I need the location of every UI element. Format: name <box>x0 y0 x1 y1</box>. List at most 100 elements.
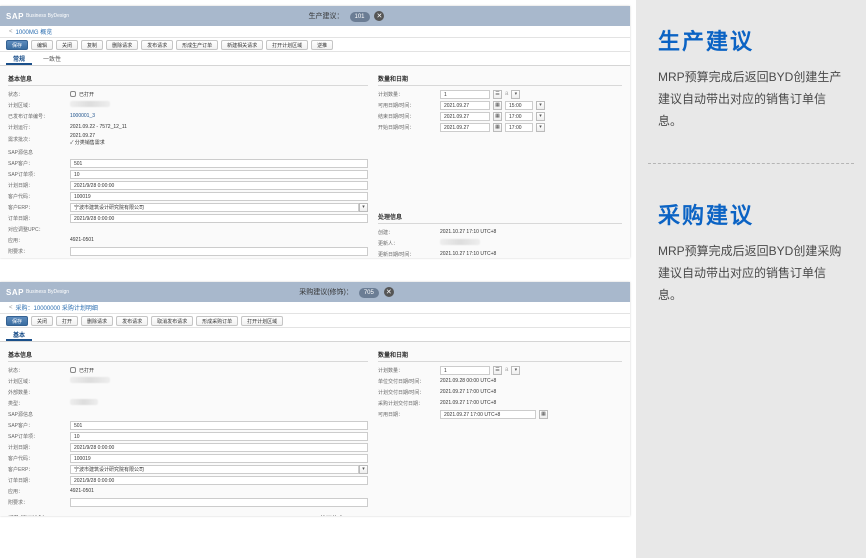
time-input[interactable]: 15:00 <box>505 101 533 110</box>
tab[interactable]: 常规 <box>6 54 32 65</box>
field-label: 计划交付日期/时间： <box>378 389 440 396</box>
text-input[interactable]: 2021/9/28 0:00:00 <box>70 476 368 485</box>
qty-input[interactable]: 1 <box>440 90 490 99</box>
action-button[interactable]: 取消发布请求 <box>151 316 193 326</box>
field-row: 客户ERP：宁波市建筑设计研究院有限公司▾ <box>8 202 368 212</box>
field-row <box>378 166 622 176</box>
sap-sublogo: Business ByDesign <box>26 14 69 19</box>
date-input[interactable]: 2021.09.27 <box>440 112 490 121</box>
text-input[interactable]: 100019 <box>70 454 368 463</box>
screenshot-purchase-proposal: SAP Business ByDesign 采购建议(修饰)： 705 ✕ < … <box>0 282 630 516</box>
action-button[interactable]: 打开计划区域 <box>266 40 308 50</box>
text-input[interactable]: 宁波市建筑设计研究院有限公司 <box>70 465 359 474</box>
text-input[interactable]: 10 <box>70 432 368 441</box>
action-button[interactable]: 复制 <box>81 40 103 50</box>
field-row <box>378 144 622 154</box>
dropdown-icon[interactable]: ▾ <box>359 465 368 474</box>
qty-input[interactable]: 1 <box>440 366 490 375</box>
field-row <box>378 177 622 187</box>
breadcrumb[interactable]: < 1000MG 概览 <box>0 26 630 38</box>
field-label: 客户代码： <box>8 193 70 200</box>
breadcrumb[interactable]: < 采购：10000000 采购计划明细 <box>0 302 630 314</box>
field-label: 状态： <box>8 367 70 374</box>
chevron-down-icon[interactable]: ▾ <box>511 366 520 375</box>
action-button[interactable]: 保存 <box>6 316 28 326</box>
action-button[interactable]: 发布请求 <box>116 316 148 326</box>
section-purchase-plan: 采购凭证计划 <box>8 512 310 516</box>
action-button[interactable]: 编辑 <box>31 40 53 50</box>
side-text-2: MRP预算完成后返回BYD创建采购建议自动带出对应的销售订单信息。 <box>658 240 846 307</box>
field-row: 计划交付日期/时间：2021.09.27 17:00 UTC+8 <box>378 387 622 397</box>
sap-logo: SAP <box>6 288 24 297</box>
field-row: SAP订单项：10 <box>8 431 368 441</box>
text-input[interactable] <box>70 498 368 507</box>
field-label: 单位交付日期/时间： <box>378 378 440 385</box>
close-icon[interactable]: ✕ <box>384 287 394 297</box>
back-chevron-icon[interactable]: < <box>9 305 13 311</box>
field-label: 计划区域： <box>8 378 70 385</box>
calendar-icon[interactable]: ▦ <box>539 410 548 419</box>
field-label: 类型： <box>8 400 70 407</box>
action-button[interactable]: 删除请求 <box>81 316 113 326</box>
unit-icon[interactable]: ☰ <box>493 366 502 375</box>
field-label: 状态： <box>8 91 70 98</box>
text-input[interactable]: 100019 <box>70 192 368 201</box>
chevron-down-icon[interactable]: ▾ <box>511 90 520 99</box>
field-row: 可用日期：2021.09.27 17:00 UTC+8▦ <box>378 409 622 419</box>
side-title-1: 生产建议 <box>658 24 846 56</box>
calendar-icon[interactable]: ▦ <box>493 101 502 110</box>
action-button[interactable]: 逆推 <box>311 40 333 50</box>
action-button[interactable]: 形成采购订单 <box>196 316 238 326</box>
close-icon[interactable]: ✕ <box>374 11 384 21</box>
header-title: 采购建议(修饰)： <box>299 289 353 296</box>
text-input[interactable]: 10 <box>70 170 368 179</box>
date-input[interactable]: 2021.09.27 17:00 UTC+8 <box>440 410 536 419</box>
field-label: 已发布订单编号： <box>8 113 70 120</box>
action-button[interactable]: 关闭 <box>31 316 53 326</box>
action-button[interactable]: 发布请求 <box>141 40 173 50</box>
action-button[interactable]: 保存 <box>6 40 28 50</box>
field-label: 采购计划交付日期： <box>378 400 440 407</box>
link[interactable]: 1000001_3 <box>70 113 368 119</box>
field-label: 计划区域： <box>8 102 70 109</box>
back-chevron-icon[interactable]: < <box>9 29 13 35</box>
field-label: SAP订单项： <box>8 433 70 440</box>
breadcrumb-text[interactable]: 采购：10000000 采购计划明细 <box>16 303 98 312</box>
text-input[interactable]: 2021/9/28 0:00:00 <box>70 214 368 223</box>
field-label: 需求批次： <box>8 136 70 143</box>
section-basic-info: 基本信息 <box>8 348 368 362</box>
text-input[interactable]: 501 <box>70 159 368 168</box>
tab[interactable]: 一致性 <box>36 54 68 65</box>
unit-icon[interactable]: ☰ <box>493 90 502 99</box>
action-button[interactable]: 删除请求 <box>106 40 138 50</box>
action-button[interactable]: 新建相关请求 <box>221 40 263 50</box>
breadcrumb-text[interactable]: 1000MG 概览 <box>16 27 53 36</box>
chevron-down-icon[interactable]: ▾ <box>536 123 545 132</box>
sap-logo: SAP <box>6 12 24 21</box>
dropdown-icon[interactable]: ▾ <box>359 203 368 212</box>
header-badge: 101 <box>350 12 370 22</box>
text-input[interactable]: 2021/9/28 0:00:00 <box>70 443 368 452</box>
text-input[interactable]: 501 <box>70 421 368 430</box>
tab[interactable]: 基本 <box>6 330 32 341</box>
action-button[interactable]: 关闭 <box>56 40 78 50</box>
field-row <box>378 133 622 143</box>
action-bar: 保存关闭打开删除请求发布请求取消发布请求形成采购订单打开计划区域 <box>0 314 630 328</box>
chevron-down-icon[interactable]: ▾ <box>536 101 545 110</box>
time-input[interactable]: 17:00 <box>505 112 533 121</box>
calendar-icon[interactable]: ▦ <box>493 123 502 132</box>
field-label: 计划运行： <box>8 124 70 131</box>
action-button[interactable]: 打开 <box>56 316 78 326</box>
action-button[interactable]: 形成生产订单 <box>176 40 218 50</box>
date-input[interactable]: 2021.09.27 <box>440 101 490 110</box>
date-input[interactable]: 2021.09.27 <box>440 123 490 132</box>
header-title-area: 采购建议(修饰)： 705 ✕ <box>69 287 624 298</box>
text-input[interactable]: 2021/9/28 0:00:00 <box>70 181 368 190</box>
time-input[interactable]: 17:00 <box>505 123 533 132</box>
chevron-down-icon[interactable]: ▾ <box>536 112 545 121</box>
text-input[interactable]: 宁波市建筑设计研究院有限公司 <box>70 203 359 212</box>
text-input[interactable] <box>70 247 368 256</box>
calendar-icon[interactable]: ▦ <box>493 112 502 121</box>
action-button[interactable]: 打开计划区域 <box>241 316 283 326</box>
field-row: 订单日期：2021/9/28 0:00:00 <box>8 213 368 223</box>
